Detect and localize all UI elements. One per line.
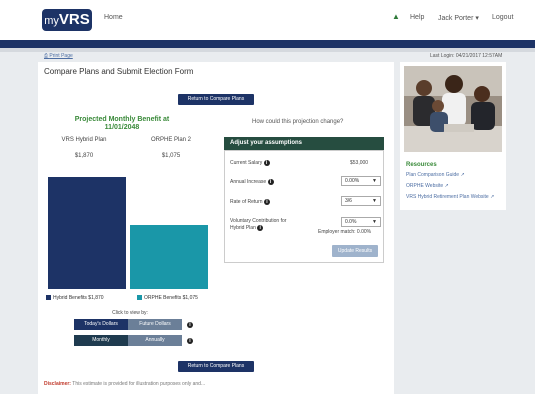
todays-dollars-toggle[interactable]: Today's Dollars (74, 319, 128, 330)
external-link-icon: ↗ (444, 183, 449, 189)
voluntary-contribution-label: Voluntary Contribution for Hybrid Plan i (230, 218, 287, 231)
vrs-hybrid-website-link[interactable]: VRS Hybrid Retirement Plan Website ↗ (406, 194, 502, 200)
nav-home-link[interactable]: Home (104, 14, 123, 21)
assumptions-header: Adjust your assumptions (224, 137, 384, 150)
chevron-down-icon: ▾ (475, 15, 479, 22)
return-to-compare-button-top[interactable]: Return to Compare Plans (178, 94, 254, 105)
projection-title: Projected Monthly Benefit at 11/01/2048 (74, 116, 170, 131)
orphe-plan-value: $1,075 (161, 153, 181, 159)
printer-icon: ⎙ (44, 53, 49, 59)
orphe-website-link[interactable]: ORPHE Website ↗ (406, 183, 502, 189)
myvrs-logo[interactable]: myVRS (42, 9, 92, 31)
nav-help-link[interactable]: Help (410, 14, 424, 21)
rate-of-return-label: Rate of Return i (230, 199, 270, 206)
employer-match: Employer match: 0.00% (318, 229, 372, 235)
vrs-plan-value: $1,870 (74, 153, 94, 159)
info-icon[interactable]: i (267, 179, 274, 185)
projection-question: How could this projection change? (252, 119, 344, 125)
annually-toggle[interactable]: Annually (128, 335, 182, 346)
last-login: Last Login: 04/21/2017 12:57AM (430, 53, 503, 59)
legend-hybrid: Hybrid Benefits $1,870 (53, 295, 104, 301)
external-link-icon: ↗ (460, 172, 465, 178)
resources-title: Resources (406, 162, 437, 168)
click-to-view-label: Click to view by: (112, 310, 148, 316)
future-dollars-toggle[interactable]: Future Dollars (128, 319, 182, 330)
header-shadow (0, 48, 535, 52)
team-photo-illustration (404, 66, 502, 152)
page-title: Compare Plans and Submit Election Form (44, 67, 194, 76)
annual-increase-label: Annual Increase i (230, 179, 274, 186)
user-menu[interactable]: Jack Porter ▾ (438, 14, 479, 22)
return-to-compare-button-bottom[interactable]: Return to Compare Plans (178, 361, 254, 372)
print-page-link[interactable]: ⎙ Print Page (44, 53, 73, 59)
rate-of-return-select[interactable]: 3/6 ▼ (341, 196, 381, 206)
annual-increase-select[interactable]: 0.00% ▼ (341, 176, 381, 186)
alert-icon[interactable]: ▲ (392, 12, 400, 21)
header-strip (0, 40, 535, 48)
orphe-plan-label: ORPHE Plan 2 (150, 137, 192, 143)
info-icon[interactable]: i (263, 160, 270, 166)
disclaimer: Disclaimer: This estimate is provided fo… (44, 381, 206, 387)
caret-down-icon: ▼ (372, 219, 377, 225)
voluntary-contribution-select[interactable]: 0.0% ▼ (341, 217, 381, 227)
info-icon[interactable]: i (187, 322, 193, 328)
chart-bar-vrs-hybrid (48, 177, 126, 289)
info-icon[interactable]: i (187, 338, 193, 344)
caret-down-icon: ▼ (372, 198, 377, 204)
legend-swatch-orphe (137, 295, 142, 300)
legend-orphe: ORPHE Benefits $1,075 (144, 295, 198, 301)
salary-label: Current Salary i (230, 160, 270, 167)
caret-down-icon: ▼ (372, 178, 377, 184)
legend-swatch-hybrid (46, 295, 51, 300)
info-icon[interactable]: i (257, 225, 264, 231)
chart-bar-orphe (130, 225, 208, 289)
monthly-toggle[interactable]: Monthly (74, 335, 128, 346)
info-icon[interactable]: i (263, 199, 270, 205)
salary-value: $53,000 (350, 160, 369, 166)
business-team-photo (404, 66, 502, 152)
update-results-button[interactable]: Update Results (332, 245, 378, 257)
plan-comparison-guide-link[interactable]: Plan Comparison Guide ↗ (406, 172, 502, 178)
external-link-icon: ↗ (490, 194, 495, 200)
vrs-plan-label: VRS Hybrid Plan (61, 137, 107, 143)
nav-logout-link[interactable]: Logout (492, 14, 513, 21)
